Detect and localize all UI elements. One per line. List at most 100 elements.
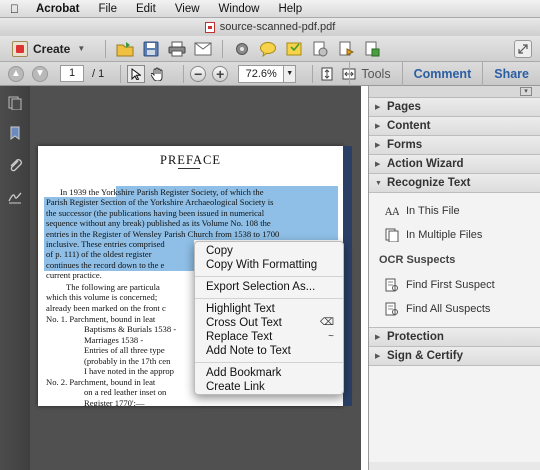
menu-item-copy-with-formatting[interactable]: Copy With Formatting bbox=[195, 258, 343, 272]
document-line: which this volume is concerned; bbox=[46, 292, 158, 303]
toolbar-divider bbox=[312, 64, 314, 83]
chevron-right-icon: ▶ bbox=[375, 161, 381, 168]
share-pages-icon[interactable] bbox=[337, 40, 355, 58]
document-title: PREFACE bbox=[160, 153, 221, 167]
menu-item-replace-text[interactable]: Replace Text ~ bbox=[195, 330, 343, 344]
previous-page-icon[interactable]: ▲ bbox=[8, 65, 24, 82]
document-line: inclusive. These entries comprised bbox=[46, 239, 165, 249]
tool-label: Find All Suspects bbox=[406, 303, 491, 315]
create-label: Create bbox=[33, 41, 71, 56]
signatures-icon[interactable] bbox=[8, 190, 22, 204]
menu-edit[interactable]: Edit bbox=[136, 3, 156, 15]
menu-item-add-bookmark[interactable]: Add Bookmark bbox=[195, 366, 343, 380]
document-line: Register 1770':— bbox=[84, 397, 145, 406]
section-pages[interactable]: ▶ Pages bbox=[369, 98, 540, 117]
find-all-suspects-icon bbox=[385, 302, 399, 316]
svg-text:AA: AA bbox=[385, 207, 399, 217]
menu-item-cross-out-text[interactable]: Cross Out Text ⌫ bbox=[195, 316, 343, 330]
tool-in-multiple-files[interactable]: In Multiple Files bbox=[369, 223, 540, 247]
document-line: current practice. bbox=[46, 270, 102, 281]
next-page-icon[interactable]: ▼ bbox=[32, 65, 48, 82]
section-protection[interactable]: ▶ Protection bbox=[369, 328, 540, 347]
zoom-out-icon[interactable]: − bbox=[190, 65, 207, 82]
text-recognition-icon: AA bbox=[385, 204, 399, 218]
bookmarks-icon[interactable] bbox=[8, 126, 22, 140]
chevron-down-icon: ▼ bbox=[375, 179, 382, 187]
pdf-document-icon bbox=[204, 21, 215, 33]
section-recognize-text[interactable]: ▼ Recognize Text bbox=[369, 174, 540, 193]
main-toolbar: Create ▼ bbox=[0, 36, 540, 62]
email-icon[interactable] bbox=[194, 40, 212, 58]
section-sign-certify[interactable]: ▶ Sign & Certify bbox=[369, 347, 540, 366]
menu-item-add-note[interactable]: Add Note to Text bbox=[195, 344, 343, 358]
tab-comment[interactable]: Comment bbox=[401, 62, 483, 86]
tab-share[interactable]: Share bbox=[482, 62, 540, 86]
menu-item-create-link[interactable]: Create Link bbox=[195, 380, 343, 394]
document-line: already been marked on the front c bbox=[46, 302, 166, 313]
tools-panel: ▾ ▶ Pages ▶ Content ▶ Forms ▶ Action Wiz… bbox=[368, 86, 540, 470]
find-suspect-icon bbox=[385, 278, 399, 292]
section-content[interactable]: ▶ Content bbox=[369, 117, 540, 136]
document-line: Marriages 1538 - bbox=[84, 334, 144, 345]
page-number-input[interactable]: 1 bbox=[60, 65, 84, 82]
section-label: Recognize Text bbox=[387, 177, 471, 189]
document-line: on a red leather inset on bbox=[84, 387, 167, 398]
menu-file[interactable]: File bbox=[98, 3, 117, 15]
open-folder-icon[interactable] bbox=[116, 40, 134, 58]
zoom-level-input[interactable]: 72.6% bbox=[238, 64, 285, 83]
export-pages-icon[interactable] bbox=[311, 40, 329, 58]
panel-header: ▾ bbox=[369, 86, 540, 98]
tool-label: Find First Suspect bbox=[406, 279, 495, 291]
menu-item-label: Replace Text bbox=[206, 331, 273, 343]
apple-icon[interactable]:  bbox=[10, 2, 22, 16]
section-label: Content bbox=[387, 120, 431, 132]
menu-item-export-selection[interactable]: Export Selection As... bbox=[195, 280, 343, 294]
attachments-icon[interactable] bbox=[8, 158, 22, 172]
hand-tool-icon[interactable] bbox=[149, 65, 167, 83]
menu-item-label: Cross Out Text bbox=[206, 317, 282, 329]
document-line: entries in the Register of Wensley Paris… bbox=[46, 228, 280, 239]
page-thumbnails-icon[interactable] bbox=[8, 96, 22, 111]
gear-icon[interactable] bbox=[233, 40, 251, 58]
tool-find-first-suspect[interactable]: Find First Suspect bbox=[369, 273, 540, 297]
tool-in-this-file[interactable]: AA In This File bbox=[369, 199, 540, 223]
document-line: continues the record down to the e bbox=[46, 259, 165, 270]
context-menu: Copy Copy With Formatting Export Selecti… bbox=[194, 241, 344, 395]
menu-item-copy[interactable]: Copy bbox=[195, 244, 343, 258]
chevron-right-icon: ▶ bbox=[375, 334, 381, 341]
zoom-dropdown-icon[interactable]: ▼ bbox=[284, 64, 297, 83]
toolbar-divider bbox=[120, 64, 122, 83]
menu-app[interactable]: Acrobat bbox=[36, 3, 79, 15]
document-line: Baptisms & Burials 1538 - bbox=[84, 324, 177, 335]
toolbar-divider bbox=[222, 39, 224, 58]
tilde-shortcut: ~ bbox=[328, 331, 334, 342]
menu-item-highlight-text[interactable]: Highlight Text bbox=[195, 302, 343, 316]
section-label: Sign & Certify bbox=[387, 350, 464, 362]
menu-view[interactable]: View bbox=[175, 3, 200, 15]
section-forms[interactable]: ▶ Forms bbox=[369, 136, 540, 155]
zoom-in-icon[interactable]: + bbox=[212, 65, 229, 82]
menu-window[interactable]: Window bbox=[219, 3, 260, 15]
section-action-wizard[interactable]: ▶ Action Wizard bbox=[369, 155, 540, 174]
combine-pages-icon[interactable] bbox=[363, 40, 381, 58]
save-icon[interactable] bbox=[142, 40, 160, 58]
section-label: Forms bbox=[387, 139, 423, 151]
toolbar-divider bbox=[105, 39, 107, 58]
expand-window-icon[interactable] bbox=[514, 40, 532, 58]
print-icon[interactable] bbox=[168, 40, 186, 58]
comment-bubble-icon[interactable] bbox=[259, 40, 277, 58]
panel-empty-area bbox=[369, 366, 540, 462]
create-button[interactable]: Create ▼ bbox=[8, 39, 89, 59]
document-line: No. 1. Parchment, bound in leat bbox=[46, 314, 156, 324]
sticky-note-icon[interactable] bbox=[285, 40, 303, 58]
fit-page-icon[interactable] bbox=[319, 66, 335, 82]
document-line: Entries of all three type bbox=[84, 345, 165, 356]
create-icon bbox=[12, 40, 28, 57]
chevron-right-icon: ▶ bbox=[375, 353, 381, 360]
select-tool-icon[interactable] bbox=[127, 64, 146, 83]
document-line: sequence without any break) published as… bbox=[46, 218, 271, 229]
tab-tools[interactable]: Tools bbox=[349, 62, 401, 86]
panel-options-icon[interactable]: ▾ bbox=[520, 87, 532, 96]
menu-help[interactable]: Help bbox=[278, 3, 302, 15]
tool-find-all-suspects[interactable]: Find All Suspects bbox=[369, 297, 540, 321]
